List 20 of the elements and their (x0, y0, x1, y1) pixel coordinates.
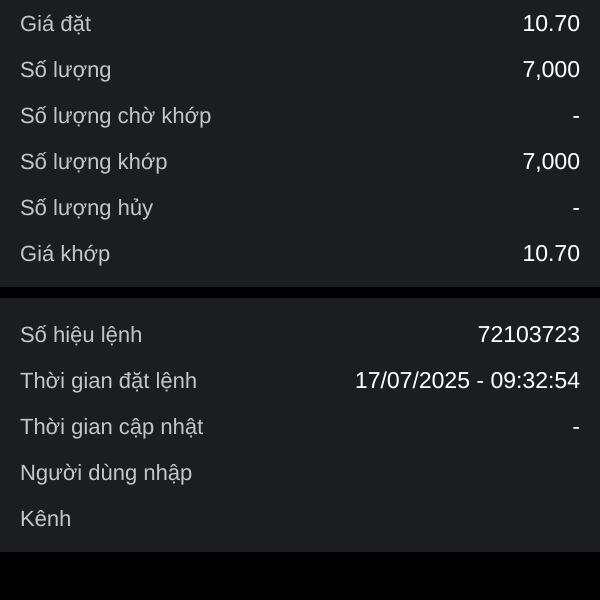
field-label: Thời gian đặt lệnh (20, 366, 198, 395)
field-value: - (572, 100, 580, 130)
field-label: Giá đặt (20, 10, 91, 38)
field-label: Số lượng chờ khớp (20, 102, 212, 130)
field-value: - (572, 192, 580, 222)
field-label: Thời gian cập nhật (20, 412, 204, 441)
field-label: Người dùng nhập (20, 458, 192, 487)
field-value: 17/07/2025 - 09:32:54 (354, 366, 580, 395)
field-value: 72103723 (478, 320, 580, 349)
field-label: Số hiệu lệnh (20, 320, 142, 348)
field-value: 10.70 (522, 238, 580, 268)
field-value: 7,000 (522, 54, 580, 84)
field-label: Giá khớp (20, 240, 110, 268)
field-label: Số lượng hủy (20, 194, 154, 222)
field-value: 10.70 (522, 8, 580, 38)
field-label: Số lượng (20, 56, 112, 84)
field-label: Số lượng khớp (20, 148, 168, 176)
field-value: 7,000 (522, 146, 580, 176)
field-value: - (572, 412, 580, 441)
field-label: Kênh (20, 504, 72, 532)
